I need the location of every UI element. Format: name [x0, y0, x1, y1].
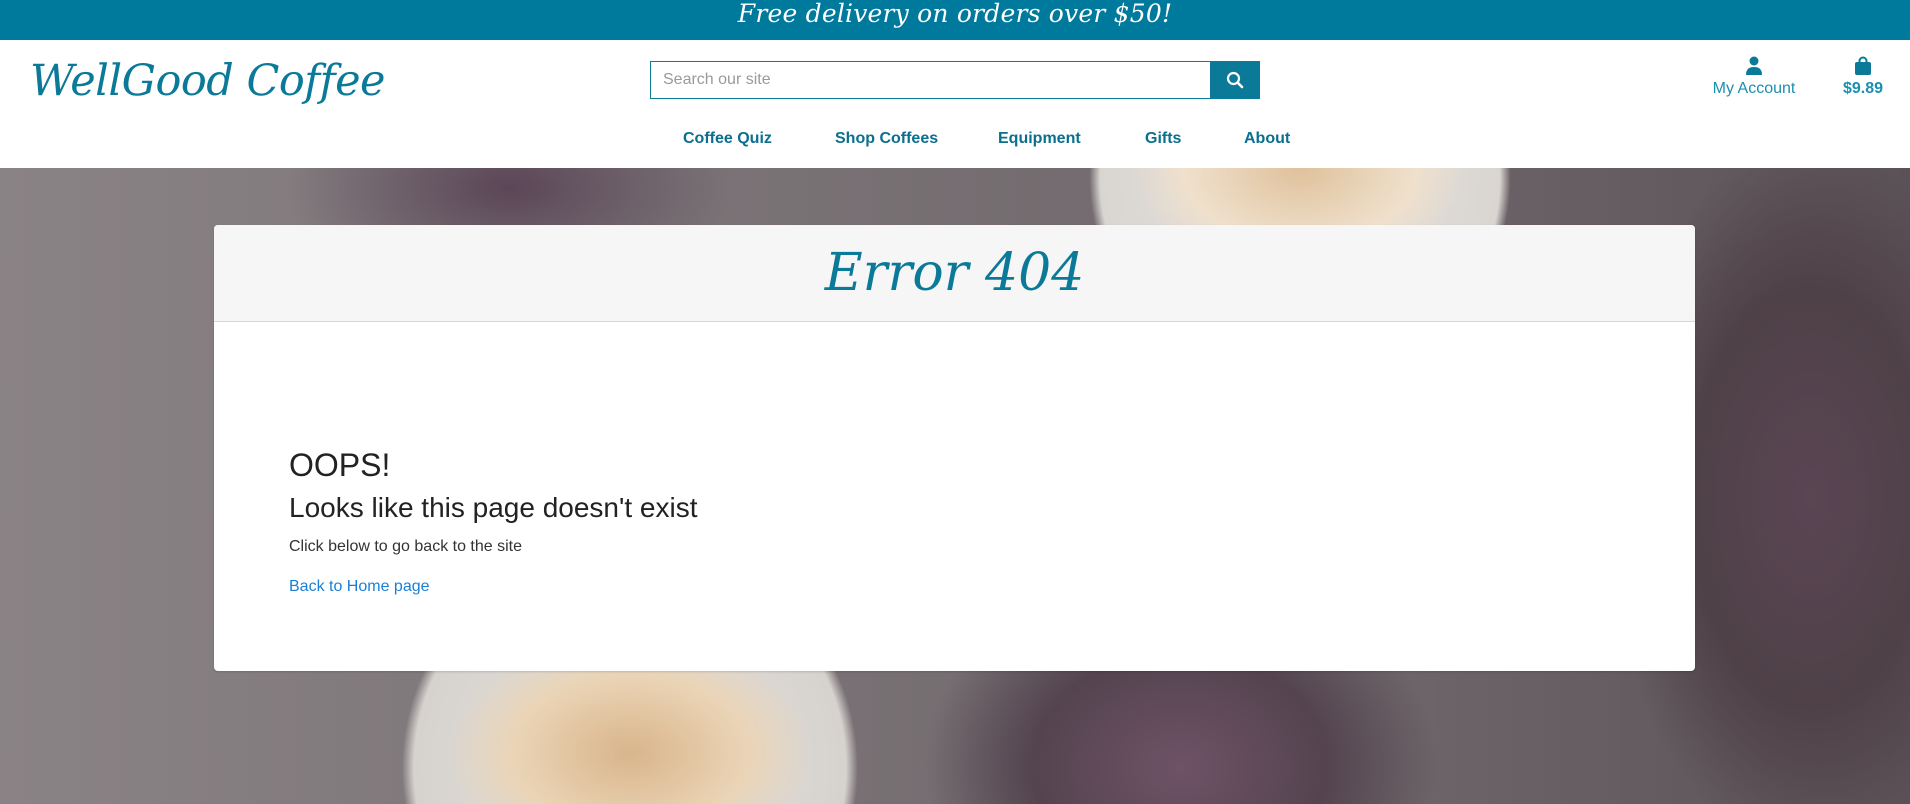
promo-banner-text: Free delivery on orders over $50!: [737, 0, 1173, 28]
error-hint: Click below to go back to the site: [289, 538, 523, 555]
search-button[interactable]: [1210, 61, 1260, 99]
user-icon: [1746, 56, 1762, 75]
error-subheading: Looks like this page doesn't exist: [289, 492, 698, 523]
search-input[interactable]: [650, 61, 1210, 99]
main-nav: Coffee Quiz Shop Coffees Equipment Gifts…: [0, 130, 1910, 154]
nav-item-about[interactable]: About: [1244, 130, 1290, 148]
site-logo[interactable]: WellGood Coffee: [30, 56, 385, 106]
my-account-label: My Account: [1712, 80, 1796, 97]
nav-item-equipment[interactable]: Equipment: [998, 130, 1081, 148]
cart-link[interactable]: $9.89: [1830, 56, 1896, 98]
error-card: Error 404 OOPS! Looks like this page doe…: [214, 225, 1695, 671]
error-card-body: OOPS! Looks like this page doesn't exist…: [289, 446, 697, 596]
search-bar: [650, 61, 1260, 99]
error-title: Error 404: [824, 243, 1085, 303]
error-card-header: Error 404: [214, 225, 1695, 322]
search-icon: [1226, 71, 1244, 89]
nav-item-coffee-quiz[interactable]: Coffee Quiz: [683, 130, 772, 148]
my-account-link[interactable]: My Account: [1705, 56, 1803, 98]
nav-item-shop-coffees[interactable]: Shop Coffees: [835, 130, 938, 148]
site-header: WellGood Coffee My Account $9.89 Coffee …: [0, 40, 1910, 168]
cart-total: $9.89: [1842, 80, 1884, 97]
promo-banner: Free delivery on orders over $50!: [0, 0, 1910, 40]
error-heading: OOPS!: [289, 447, 391, 483]
back-to-home-link[interactable]: Back to Home page: [289, 578, 430, 596]
shopping-bag-icon: [1855, 56, 1871, 75]
nav-item-gifts[interactable]: Gifts: [1145, 130, 1181, 148]
